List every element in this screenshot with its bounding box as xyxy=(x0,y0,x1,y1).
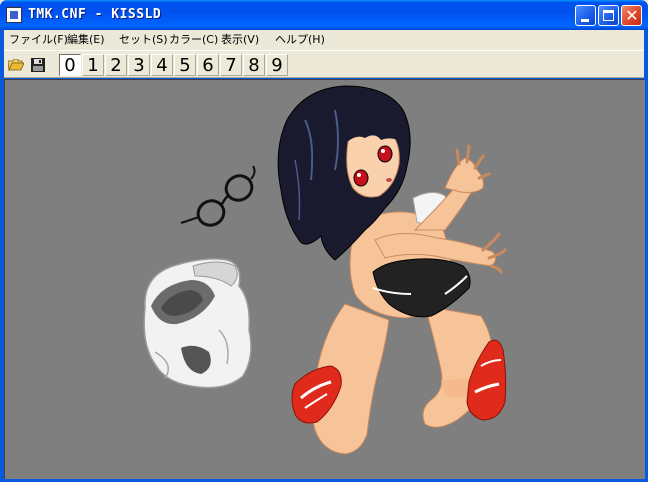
menu-set[interactable]: セット(S) xyxy=(116,32,171,48)
set-tab-6[interactable]: 6 xyxy=(197,54,219,76)
menu-file[interactable]: ファイル(F) xyxy=(6,32,71,48)
app-window: TMK.CNF - KISSLD ✕ ファイル(F) 編集(E) セット(S) … xyxy=(0,0,648,482)
title-bar[interactable]: TMK.CNF - KISSLD ✕ xyxy=(0,0,648,30)
set-tab-4[interactable]: 4 xyxy=(151,54,173,76)
doll-scene xyxy=(5,80,645,479)
set-tab-9[interactable]: 9 xyxy=(266,54,288,76)
set-tab-8[interactable]: 8 xyxy=(243,54,265,76)
folder-open-icon xyxy=(8,59,24,71)
menu-view[interactable]: 表示(V) xyxy=(218,32,262,48)
floppy-disk-icon xyxy=(31,58,45,72)
shirt-object[interactable] xyxy=(143,258,252,389)
maximize-button[interactable] xyxy=(598,5,619,26)
set-tab-2[interactable]: 2 xyxy=(105,54,127,76)
window-title: TMK.CNF - KISSLD xyxy=(28,7,162,22)
close-icon: ✕ xyxy=(625,6,639,25)
minimize-icon xyxy=(581,19,589,22)
app-icon[interactable] xyxy=(6,7,22,23)
set-tab-5[interactable]: 5 xyxy=(174,54,196,76)
save-button[interactable] xyxy=(27,54,48,75)
set-tab-1[interactable]: 1 xyxy=(82,54,104,76)
set-tab-3[interactable]: 3 xyxy=(128,54,150,76)
close-button[interactable]: ✕ xyxy=(621,5,642,26)
minimize-button[interactable] xyxy=(575,5,596,26)
open-button[interactable] xyxy=(5,54,26,75)
set-tab-7[interactable]: 7 xyxy=(220,54,242,76)
menu-help[interactable]: ヘルプ(H) xyxy=(272,32,328,48)
toolbar: 0 1 2 3 4 5 6 7 8 9 xyxy=(4,50,644,78)
doll-canvas[interactable] xyxy=(4,79,645,479)
menu-edit[interactable]: 編集(E) xyxy=(64,32,108,48)
maximize-icon xyxy=(603,10,614,21)
set-tab-0[interactable]: 0 xyxy=(59,54,81,76)
menu-color[interactable]: カラー(C) xyxy=(166,32,221,48)
menu-bar: ファイル(F) 編集(E) セット(S) カラー(C) 表示(V) ヘルプ(H) xyxy=(4,30,644,50)
